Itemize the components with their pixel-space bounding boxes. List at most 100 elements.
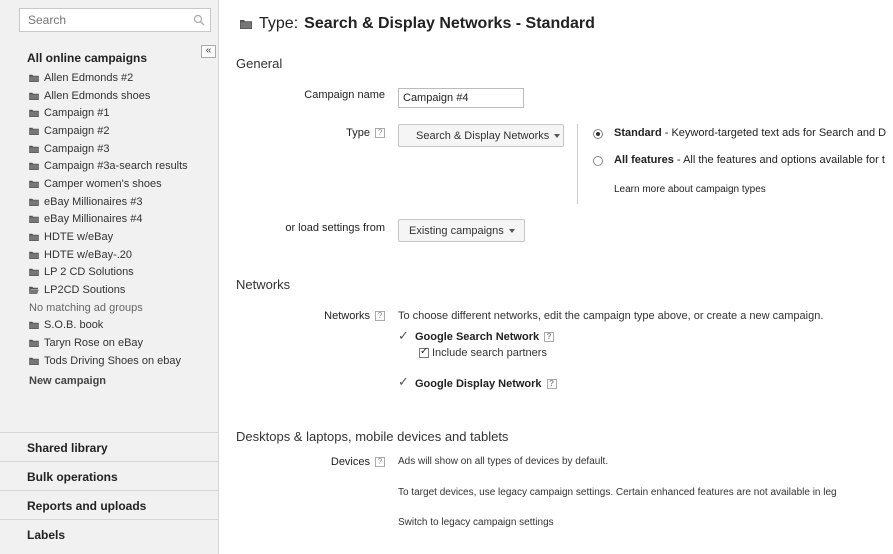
campaign-name-field[interactable] bbox=[398, 88, 524, 108]
campaign-folder-icon bbox=[29, 233, 39, 242]
all-features-option: All features - All the features and opti… bbox=[614, 154, 885, 166]
include-partners-checkbox[interactable] bbox=[419, 346, 429, 359]
search-icon[interactable] bbox=[193, 14, 205, 26]
new-campaign-link[interactable]: New campaign bbox=[19, 370, 219, 392]
campaign-item[interactable]: S.O.B. book bbox=[19, 317, 219, 335]
display-network-label: Google Display Network bbox=[415, 378, 542, 390]
campaign-item-label: Camper women's shoes bbox=[44, 177, 162, 190]
campaign-folder-icon bbox=[29, 163, 39, 171]
search-partners-row: Include search partners bbox=[419, 346, 547, 359]
campaign-item[interactable]: eBay Millionaires #4 bbox=[19, 211, 219, 229]
general-heading: General bbox=[236, 56, 283, 71]
campaign-item[interactable]: HDTE w/eBay bbox=[19, 228, 219, 246]
all-features-title: All features bbox=[614, 154, 674, 166]
campaign-item-label: Allen Edmonds #2 bbox=[44, 71, 134, 84]
campaign-item-label: Campaign #3a-search results bbox=[44, 160, 188, 173]
standard-option-title: Standard bbox=[614, 127, 662, 139]
campaign-folder-icon bbox=[29, 339, 39, 348]
campaign-item-label: eBay Millionaires #4 bbox=[44, 213, 143, 226]
help-icon[interactable]: ? bbox=[375, 128, 385, 139]
bulk-operations-link[interactable]: Bulk operations bbox=[0, 461, 218, 490]
check-icon: ✓ bbox=[398, 328, 409, 343]
divider bbox=[577, 124, 578, 204]
campaign-item[interactable]: Campaign #3a-search results bbox=[19, 157, 219, 175]
campaign-item[interactable]: HDTE w/eBay-.20 bbox=[19, 246, 219, 264]
search-input[interactable] bbox=[20, 9, 190, 31]
campaign-folder-icon bbox=[29, 269, 39, 277]
sidebar: All online campaigns « Allen Edmonds #2A… bbox=[0, 0, 219, 554]
campaign-folder-icon bbox=[29, 198, 39, 206]
devices-label-row: Devices? bbox=[331, 456, 385, 468]
campaign-item[interactable]: eBay Millionaires #3 bbox=[19, 193, 219, 211]
campaign-item[interactable]: Campaign #3 bbox=[19, 140, 219, 158]
collapse-sidebar-button[interactable]: « bbox=[201, 45, 216, 58]
campaign-type-value: Search & Display Networks bbox=[416, 129, 550, 142]
campaign-folder-icon bbox=[29, 216, 39, 224]
campaign-item[interactable]: Tods Driving Shoes on ebay bbox=[19, 352, 219, 370]
campaign-item[interactable]: LP 2 CD Solutions bbox=[19, 264, 219, 282]
no-matching-note: No matching ad groups bbox=[29, 301, 143, 314]
legacy-note: To target devices, use legacy campaign s… bbox=[398, 487, 837, 498]
campaign-item[interactable]: Taryn Rose on eBay bbox=[19, 334, 219, 352]
campaign-folder-icon bbox=[29, 127, 39, 135]
shared-library-link[interactable]: Shared library bbox=[0, 432, 218, 461]
campaign-item[interactable]: Campaign #1 bbox=[19, 104, 219, 122]
campaign-item-label: eBay Millionaires #3 bbox=[44, 195, 143, 208]
networks-note: To choose different networks, edit the c… bbox=[398, 310, 824, 322]
existing-campaigns-dropdown[interactable]: Existing campaigns bbox=[398, 219, 525, 242]
devices-heading: Desktops & laptops, mobile devices and t… bbox=[236, 429, 509, 444]
networks-label: Networks bbox=[324, 310, 370, 322]
standard-option-desc: - Keyword-targeted text ads for Search a… bbox=[661, 127, 887, 139]
campaign-item-label: HDTE w/eBay bbox=[44, 231, 114, 244]
search-box[interactable] bbox=[19, 8, 211, 32]
campaign-list: Allen Edmonds #2 Allen Edmonds shoes Campa… bbox=[19, 69, 219, 392]
campaign-item[interactable]: Campaign #2 bbox=[19, 122, 219, 140]
standard-radio[interactable] bbox=[593, 129, 603, 139]
campaign-folder-icon bbox=[29, 74, 39, 82]
campaign-item-label: S.O.B. book bbox=[44, 319, 104, 332]
campaign-folder-icon bbox=[29, 92, 39, 100]
campaign-item[interactable]: Allen Edmonds #2 bbox=[19, 69, 219, 87]
help-icon[interactable]: ? bbox=[375, 311, 385, 322]
type-label-row: Type? bbox=[346, 127, 385, 139]
help-icon[interactable]: ? bbox=[546, 379, 557, 390]
campaign-item-label: Tods Driving Shoes on ebay bbox=[44, 354, 181, 367]
search-network-row: Google Search Network? bbox=[415, 331, 555, 343]
check-icon: ✓ bbox=[398, 374, 409, 389]
campaign-item-label: Campaign #1 bbox=[44, 107, 110, 120]
switch-legacy-link[interactable]: Switch to legacy campaign settings bbox=[398, 517, 554, 528]
campaign-item[interactable]: LP2CD Soutions bbox=[19, 281, 219, 299]
campaign-folder-icon bbox=[29, 180, 39, 188]
type-prefix: Type: bbox=[259, 15, 299, 32]
main-content: Type: Search & Display Networks - Standa… bbox=[220, 0, 893, 554]
campaign-type-dropdown[interactable]: Search & Display Networks bbox=[398, 124, 564, 147]
campaign-item-label: Taryn Rose on eBay bbox=[44, 337, 144, 350]
help-icon[interactable]: ? bbox=[375, 457, 385, 468]
reports-uploads-link[interactable]: Reports and uploads bbox=[0, 490, 218, 519]
devices-note: Ads will show on all types of devices by… bbox=[398, 456, 609, 467]
all-features-desc: - All the features and options available… bbox=[673, 154, 885, 166]
page-title: Type: Search & Display Networks - Standa… bbox=[240, 15, 595, 33]
display-network-row: Google Display Network? bbox=[415, 378, 557, 390]
networks-label-row: Networks? bbox=[324, 310, 385, 322]
campaign-folder-icon bbox=[240, 20, 252, 29]
help-icon[interactable]: ? bbox=[544, 332, 555, 343]
networks-heading: Networks bbox=[236, 277, 291, 292]
all-campaigns-link[interactable]: All online campaigns bbox=[19, 41, 219, 69]
campaign-folder-icon bbox=[29, 357, 39, 365]
campaign-name-label: Campaign name bbox=[304, 89, 385, 101]
devices-label: Devices bbox=[330, 456, 370, 468]
campaign-item-label: Allen Edmonds shoes bbox=[44, 89, 151, 102]
campaign-item[interactable]: Camper women's shoes bbox=[19, 175, 219, 193]
existing-campaigns-label: Existing campaigns bbox=[409, 224, 504, 237]
standard-option: Standard - Keyword-targeted text ads for… bbox=[614, 127, 886, 139]
campaign-item[interactable]: Allen Edmonds shoes bbox=[19, 87, 219, 105]
labels-link[interactable]: Labels bbox=[0, 519, 218, 548]
campaign-folder-icon bbox=[29, 145, 39, 153]
all-features-radio[interactable] bbox=[593, 156, 603, 166]
campaign-folder-icon bbox=[29, 251, 39, 259]
learn-more-link[interactable]: Learn more about campaign types bbox=[614, 184, 766, 195]
campaign-folder-icon bbox=[29, 322, 39, 330]
include-partners-label: Include search partners bbox=[432, 347, 547, 359]
campaign-item-label: LP 2 CD Solutions bbox=[44, 266, 134, 279]
